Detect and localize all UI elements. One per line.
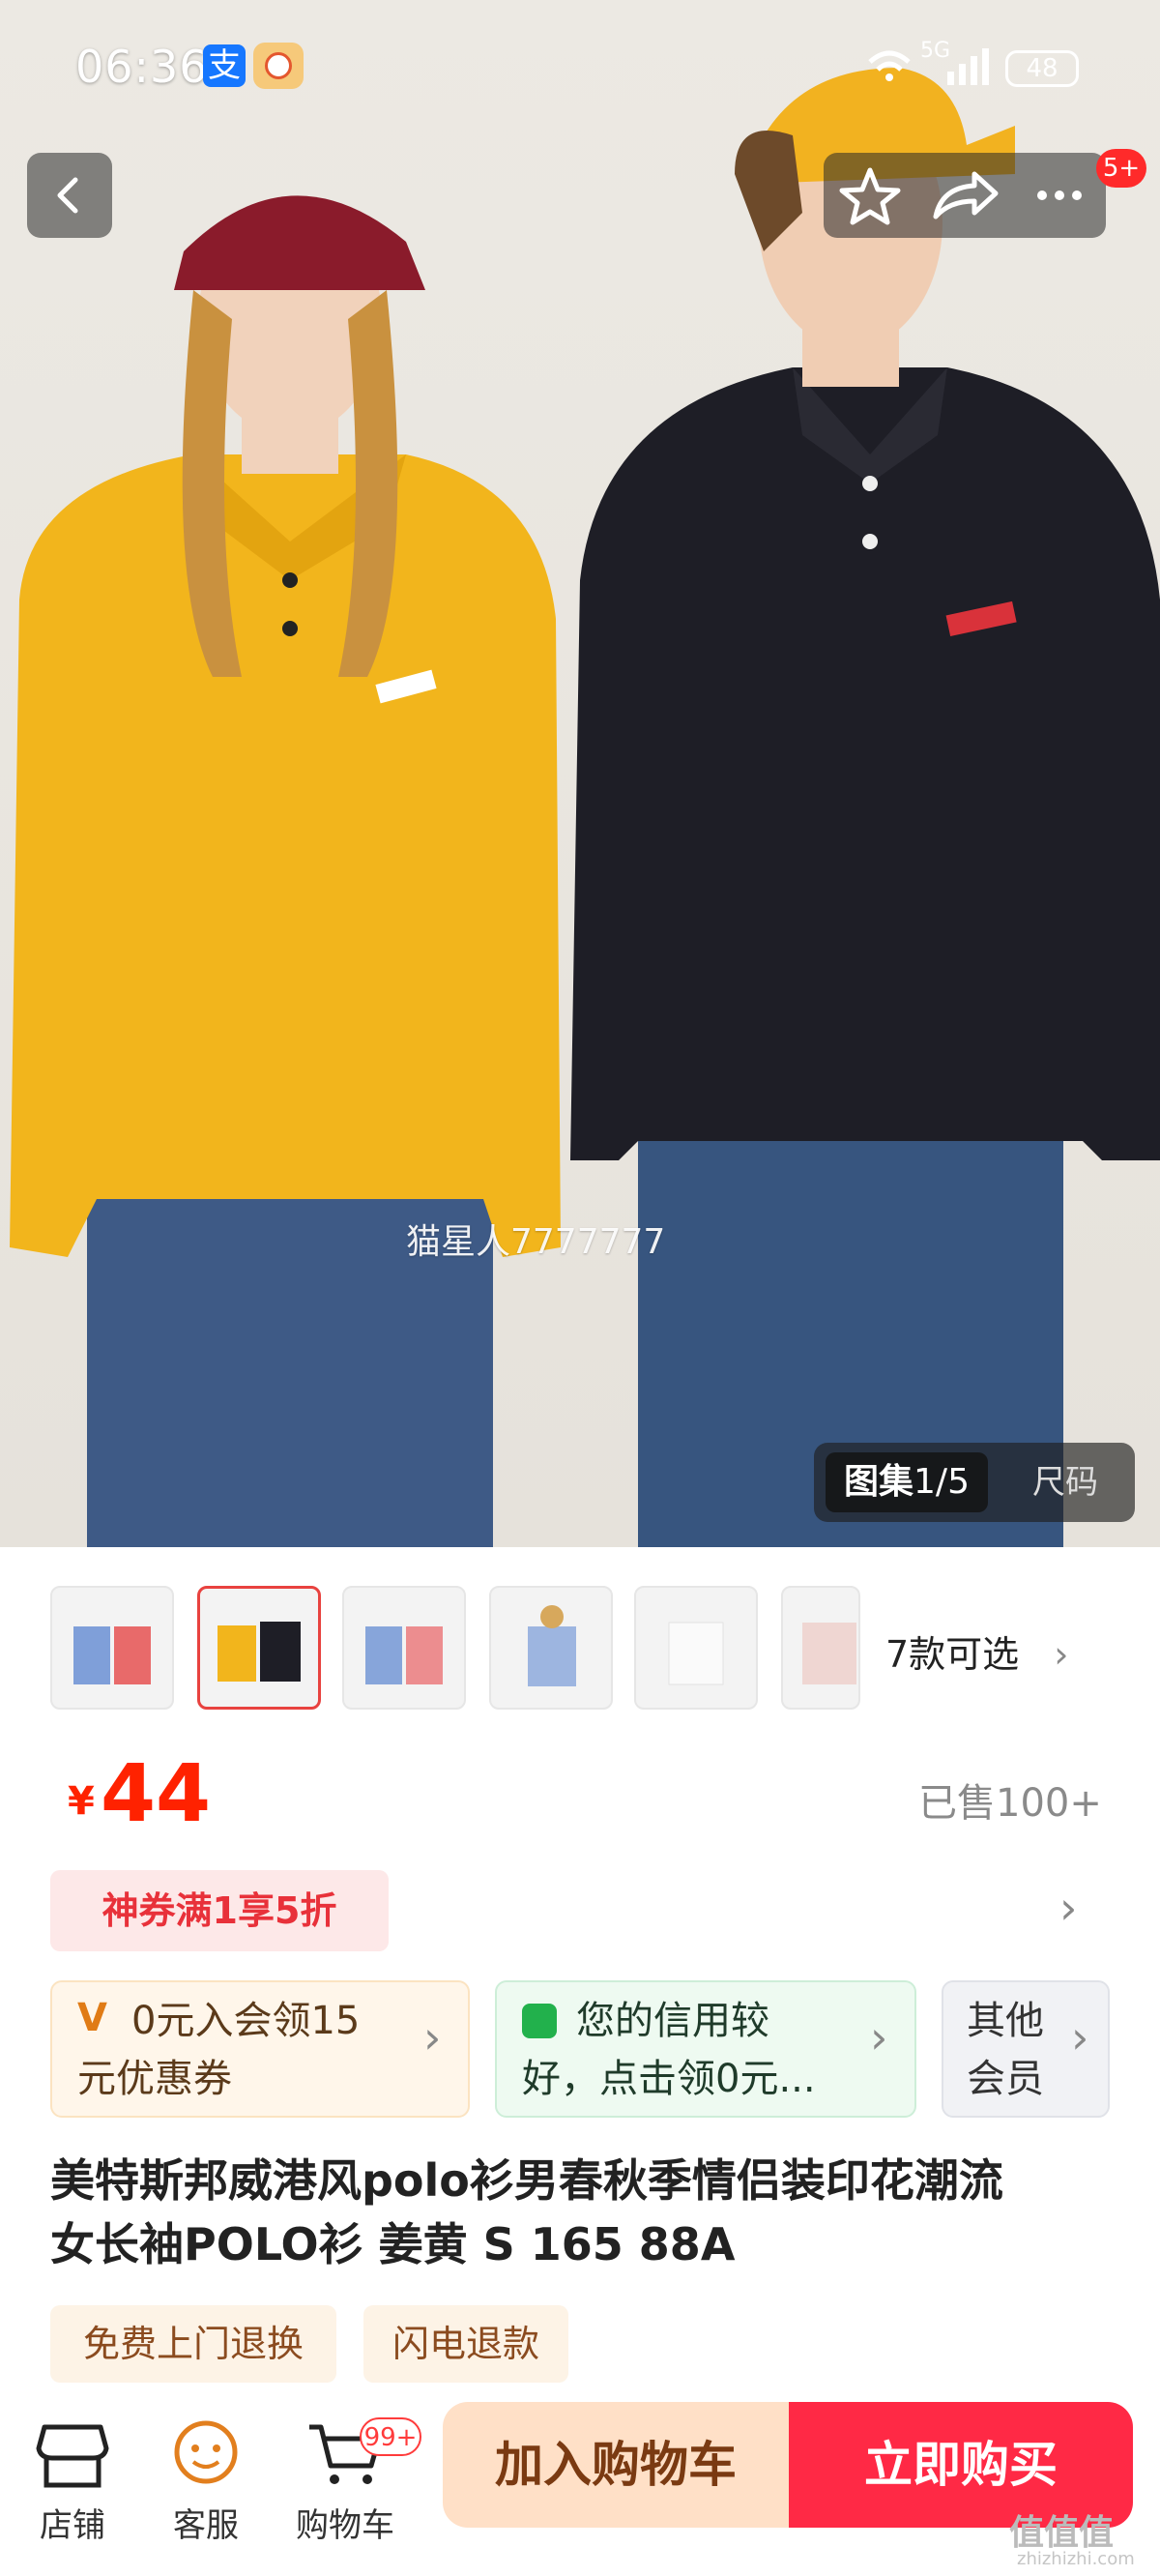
variant-thumb[interactable] <box>489 1586 613 1710</box>
image-watermark: 猫星人7777777 <box>406 1222 666 1262</box>
card-line2: 元优惠券 <box>77 2057 232 2101</box>
card-line1: 您的信用较 <box>576 1999 769 2043</box>
card-line1: 0元入会领15 <box>131 1999 361 2043</box>
chevron-right-icon: › <box>423 2011 442 2064</box>
thumb-image <box>528 1605 576 1686</box>
site-watermark: 值值值 <box>1009 2513 1115 2553</box>
cart-button[interactable]: 99+ 购物车 <box>282 2398 421 2545</box>
cart-label: 购物车 <box>296 2506 394 2545</box>
share-button[interactable] <box>918 153 1011 238</box>
variant-thumb[interactable] <box>342 1586 466 1710</box>
product-title-line2: 女长袖POLO衫 姜黄 S 165 88A <box>50 2218 736 2270</box>
shop-button[interactable]: 店铺 <box>10 2398 135 2545</box>
share-icon <box>933 171 999 220</box>
star-icon <box>839 167 901 225</box>
card-line2: 会员 <box>967 2057 1044 2101</box>
status-time: 06:36 <box>75 41 209 93</box>
alipay-icon: 支 <box>203 44 246 87</box>
service-tag-free-return[interactable]: 免费上门退换 <box>50 2305 336 2383</box>
battery-icon: 48 <box>1005 50 1079 87</box>
sold-count: 已售100+ <box>918 1781 1102 1826</box>
price-currency: ¥ <box>68 1779 95 1824</box>
card-line1: 其他 <box>967 1999 1044 2043</box>
more-button[interactable] <box>1013 153 1106 238</box>
thumb-image <box>668 1622 724 1685</box>
gallery-switch: 图集1/5 尺码 <box>814 1443 1135 1522</box>
network-label: 5G <box>920 39 951 63</box>
other-membership-card[interactable]: 其他 会员 › <box>942 1980 1110 2118</box>
thumb-image <box>365 1626 443 1684</box>
service-tag-fast-refund[interactable]: 闪电退款 <box>363 2305 568 2383</box>
thumb-image <box>218 1622 301 1682</box>
message-badge: 5+ <box>1096 149 1146 188</box>
coupon-tag[interactable]: 神券满1享5折 <box>50 1870 389 1951</box>
cart-badge: 99+ <box>360 2417 421 2456</box>
variant-thumb[interactable] <box>197 1586 321 1710</box>
favorite-button[interactable] <box>824 153 916 238</box>
app-notification-icon <box>253 43 304 89</box>
gallery-tab[interactable]: 图集1/5 <box>826 1452 988 1512</box>
site-watermark-url: zhizhizhi.com <box>1017 2549 1135 2569</box>
variant-thumb[interactable] <box>50 1586 174 1710</box>
vip-icon: V <box>77 1996 107 2040</box>
back-button[interactable] <box>27 153 112 238</box>
variant-thumb[interactable] <box>781 1586 860 1710</box>
customer-service-button[interactable]: 客服 <box>143 2398 269 2545</box>
chevron-right-icon: › <box>1071 2011 1089 2064</box>
status-bar: 06:36 支 5G 48 <box>0 0 1160 135</box>
chevron-left-icon <box>57 177 78 214</box>
chevron-right-icon: › <box>870 2011 888 2064</box>
product-title-line1: 美特斯邦威港风polo衫男春秋季情侣装印花潮流 <box>50 2154 1003 2207</box>
top-actions <box>824 153 1106 238</box>
coupon-chevron-icon[interactable]: › <box>1059 1882 1077 1934</box>
size-tab[interactable]: 尺码 <box>1007 1452 1123 1512</box>
service-label: 客服 <box>173 2506 239 2545</box>
add-to-cart-button[interactable]: 加入购物车 <box>443 2402 789 2528</box>
membership-card[interactable]: V 0元入会领15 元优惠券 › <box>50 1980 470 2118</box>
customer-service-icon <box>174 2420 238 2484</box>
shop-icon <box>36 2424 109 2488</box>
variant-count-label: 7款可选 <box>885 1633 1020 1676</box>
chevron-right-icon: › <box>1054 1633 1069 1676</box>
variant-thumb[interactable] <box>634 1586 758 1710</box>
signal-icons: 5G <box>860 39 996 89</box>
product-title: 美特斯邦威港风polo衫男春秋季情侣装印花潮流 女长袖POLO衫 姜黄 S 16… <box>50 2149 1114 2276</box>
shop-label: 店铺 <box>40 2506 105 2545</box>
gallery-index: 1/5 <box>914 1462 970 1502</box>
price-amount: 44 <box>101 1748 212 1840</box>
more-dots-icon <box>1037 190 1082 200</box>
product-image[interactable]: 06:36 支 5G 48 5+ 猫星人7777777 图集1/5 尺码 <box>0 0 1160 1547</box>
card-line2: 好，点击领0元... <box>522 2057 816 2101</box>
thumb-image <box>802 1623 856 1684</box>
variant-count[interactable]: 7款可选 › <box>885 1625 1068 1678</box>
shopping-bag-icon <box>522 2004 557 2038</box>
credit-card[interactable]: 您的信用较 好，点击领0元... › <box>495 1980 916 2118</box>
thumb-image <box>73 1626 151 1684</box>
gallery-label: 图集 <box>844 1462 914 1502</box>
bottom-bar: 店铺 客服 99+ 购物车 加入购物车 立即购买 <box>0 2388 1160 2576</box>
